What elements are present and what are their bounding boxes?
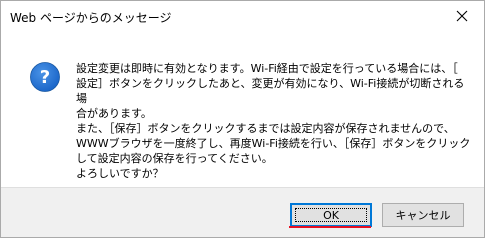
message-line: WWWブラウザを一度終了し、再度Wi-Fi接続を行い、［保存］ボタンをクリック <box>76 137 471 150</box>
dialog-content: ? 設定変更は即時に有効となります。Wi-Fi経由で設定を行っている場合には、［… <box>1 33 484 187</box>
message-line: また、［保存］ボタンをクリックするまでは設定内容が保存されませんので、 <box>76 122 455 135</box>
cancel-button-label: キャンセル <box>395 209 451 222</box>
close-button[interactable] <box>440 1 484 31</box>
message-line: 設定変更は即時に有効となります。Wi-Fi経由で設定を行っている場合には、［ <box>76 62 458 75</box>
question-icon: ? <box>30 62 60 92</box>
ok-highlight-underline <box>289 226 371 228</box>
cancel-button[interactable]: キャンセル <box>382 203 464 227</box>
ok-button[interactable]: OK <box>290 203 372 227</box>
message-line: 設定］ボタンをクリックしたあと、変更が有効になり、Wi-Fi接続が切断される場 <box>76 77 465 105</box>
message-dialog: Web ページからのメッセージ ? 設定変更は即時に有効となります。Wi-Fi経… <box>0 0 485 238</box>
focus-indicator <box>295 208 367 222</box>
close-icon <box>456 10 468 22</box>
message-line: 合があります。 <box>76 107 152 120</box>
message-line: して設定内容の保存を行ってください。 <box>76 152 273 165</box>
svg-text:?: ? <box>40 67 50 88</box>
title-bar[interactable]: Web ページからのメッセージ <box>1 1 484 33</box>
dialog-message: 設定変更は即時に有効となります。Wi-Fi経由で設定を行っている場合には、［ 設… <box>76 61 471 181</box>
dialog-title: Web ページからのメッセージ <box>10 11 172 25</box>
message-line: よろしいですか？ <box>76 167 164 180</box>
dialog-footer: OK キャンセル <box>1 187 484 237</box>
